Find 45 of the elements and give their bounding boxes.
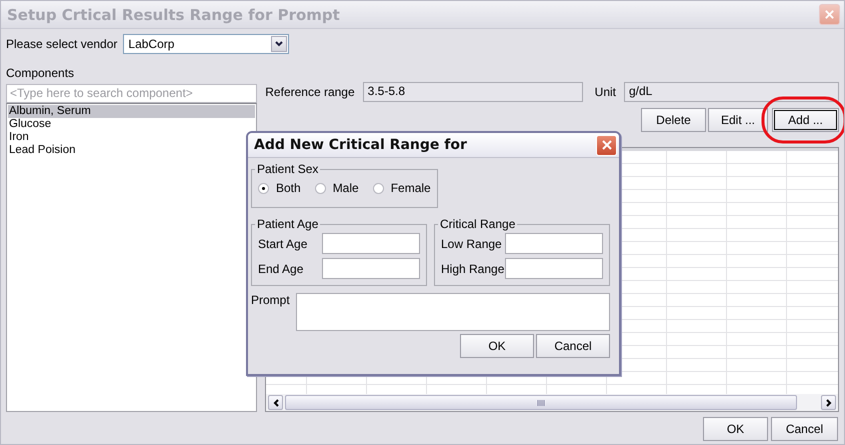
radio-button[interactable] bbox=[372, 182, 384, 194]
action-button[interactable]: Edit ... bbox=[708, 108, 768, 132]
input-field[interactable] bbox=[505, 258, 603, 279]
dialog-button[interactable]: Cancel bbox=[536, 334, 610, 358]
vendor-dropdown[interactable]: LabCorp bbox=[123, 34, 290, 54]
field-label: Start Age bbox=[258, 236, 308, 250]
list-item[interactable]: Glucose bbox=[8, 118, 256, 131]
scroll-thumb[interactable] bbox=[285, 395, 797, 410]
window-title: Setup Crtical Results Range for Prompt bbox=[7, 6, 340, 24]
input-field[interactable] bbox=[505, 233, 603, 254]
input-field[interactable] bbox=[322, 258, 420, 279]
action-button[interactable]: Add ... bbox=[772, 108, 839, 132]
scroll-left-icon[interactable] bbox=[268, 395, 284, 410]
horizontal-scrollbar[interactable] bbox=[266, 394, 838, 411]
radio-button[interactable] bbox=[314, 182, 326, 194]
field-label: End Age bbox=[258, 262, 304, 276]
unit-field[interactable]: g/dL bbox=[624, 82, 839, 102]
field-label: High Range bbox=[441, 262, 504, 276]
reference-range-field[interactable]: 3.5-5.8 bbox=[362, 82, 583, 102]
close-button[interactable] bbox=[819, 4, 840, 25]
input-field[interactable] bbox=[322, 233, 420, 254]
vendor-label: Please select vendor bbox=[6, 37, 118, 51]
group-legend: Critical Range bbox=[438, 217, 518, 231]
prompt-field[interactable] bbox=[296, 293, 610, 331]
group-legend: Patient Sex bbox=[255, 162, 320, 176]
radio-button[interactable] bbox=[258, 182, 269, 194]
dialog-button[interactable]: Cancel bbox=[771, 417, 838, 441]
close-icon bbox=[600, 139, 612, 151]
action-button[interactable]: Delete bbox=[641, 108, 706, 132]
radio-option[interactable]: Female bbox=[372, 178, 431, 195]
radio-option[interactable]: Male bbox=[314, 178, 359, 195]
group-legend: Patient Age bbox=[255, 217, 320, 231]
field-label: Low Range bbox=[441, 236, 502, 250]
dialog-button[interactable]: OK bbox=[703, 417, 768, 441]
radio-option[interactable]: Both bbox=[258, 178, 301, 195]
dialog-title: Add New Critical Range for bbox=[254, 137, 467, 153]
search-field[interactable]: <Type here to search component> bbox=[6, 84, 258, 103]
reference-range-label: Reference range bbox=[265, 85, 355, 99]
list-item[interactable]: Albumin, Serum bbox=[8, 104, 256, 118]
prompt-label: Prompt bbox=[251, 293, 290, 307]
unit-label: Unit bbox=[594, 85, 616, 99]
dialog-button[interactable]: OK bbox=[460, 334, 534, 358]
close-icon bbox=[824, 9, 835, 20]
components-label: Components bbox=[6, 66, 76, 80]
scroll-right-icon[interactable] bbox=[821, 395, 836, 410]
